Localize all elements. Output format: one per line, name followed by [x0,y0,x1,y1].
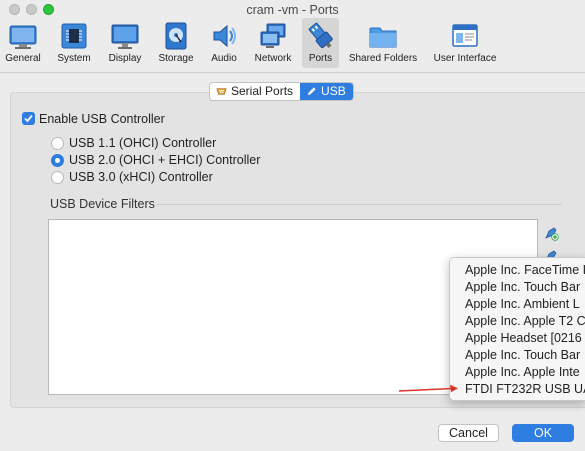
system-chip-icon [61,23,87,49]
toolbar-ports[interactable]: Ports [302,18,339,68]
toolbar-general[interactable]: General [3,18,43,68]
device-menu-item[interactable]: Apple Headset [0216 [465,331,582,345]
toolbar-system[interactable]: System [54,18,94,68]
usb20-label[interactable]: USB 2.0 (OHCI + EHCI) Controller [69,153,260,167]
user-interface-icon [452,24,478,47]
display-monitor-icon [111,24,139,49]
network-icon [260,23,286,48]
usb20-radio[interactable] [51,154,64,167]
enable-usb-label[interactable]: Enable USB Controller [39,112,165,126]
usb-device-filters-heading: USB Device Filters [50,197,155,211]
pencil-icon [307,87,316,96]
toolbar-display[interactable]: Display [105,18,145,68]
section-divider [156,204,562,205]
usb30-label[interactable]: USB 3.0 (xHCI) Controller [69,170,213,184]
settings-window: cram -vm - Ports General System Display … [0,0,585,451]
cancel-button[interactable]: Cancel [438,424,499,442]
device-menu-item[interactable]: Apple Inc. Ambient L [465,297,580,311]
device-menu-item[interactable]: Apple Inc. Apple T2 C [465,314,585,328]
toolbar-user-interface[interactable]: User Interface [432,18,498,68]
ok-button[interactable]: OK [512,424,574,442]
device-menu-item-ftdi[interactable]: FTDI FT232R USB UA [465,382,585,396]
annotation-arrow-icon [398,384,458,393]
device-menu-item[interactable]: Apple Inc. Touch Bar [465,280,580,294]
toolbar-shared-folders[interactable]: Shared Folders [348,18,418,68]
audio-speaker-icon [213,24,236,48]
toolbar-audio[interactable]: Audio [204,18,244,68]
tab-serial-ports[interactable]: Serial Ports [210,83,300,100]
window-title: cram -vm - Ports [246,3,339,17]
folder-icon [369,27,397,48]
device-menu-item[interactable]: Apple Inc. Touch Bar [465,348,580,362]
enable-usb-checkbox[interactable] [22,112,35,125]
ports-usb-icon [308,22,333,49]
checkmark-icon [24,114,33,123]
usb-device-menu: Apple Inc. FaceTime I Apple Inc. Touch B… [449,257,585,401]
storage-disk-icon [165,22,187,50]
settings-toolbar: General System Display Storage Audio Net… [0,18,585,70]
ports-tab-control: Serial Ports USB [209,82,354,101]
tab-usb[interactable]: USB [300,83,353,100]
title-bar: cram -vm - Ports [0,0,585,18]
toolbar-divider [0,72,585,73]
device-menu-item[interactable]: Apple Inc. FaceTime I [465,263,585,277]
usb11-radio[interactable] [51,137,64,150]
serial-port-icon [216,88,227,95]
toolbar-storage[interactable]: Storage [156,18,196,68]
general-icon [9,25,37,49]
device-menu-item[interactable]: Apple Inc. Apple Inte [465,365,580,379]
usb11-label[interactable]: USB 1.1 (OHCI) Controller [69,136,216,150]
usb30-radio[interactable] [51,171,64,184]
add-filter-icon[interactable] [543,225,559,241]
toolbar-network[interactable]: Network [252,18,294,68]
